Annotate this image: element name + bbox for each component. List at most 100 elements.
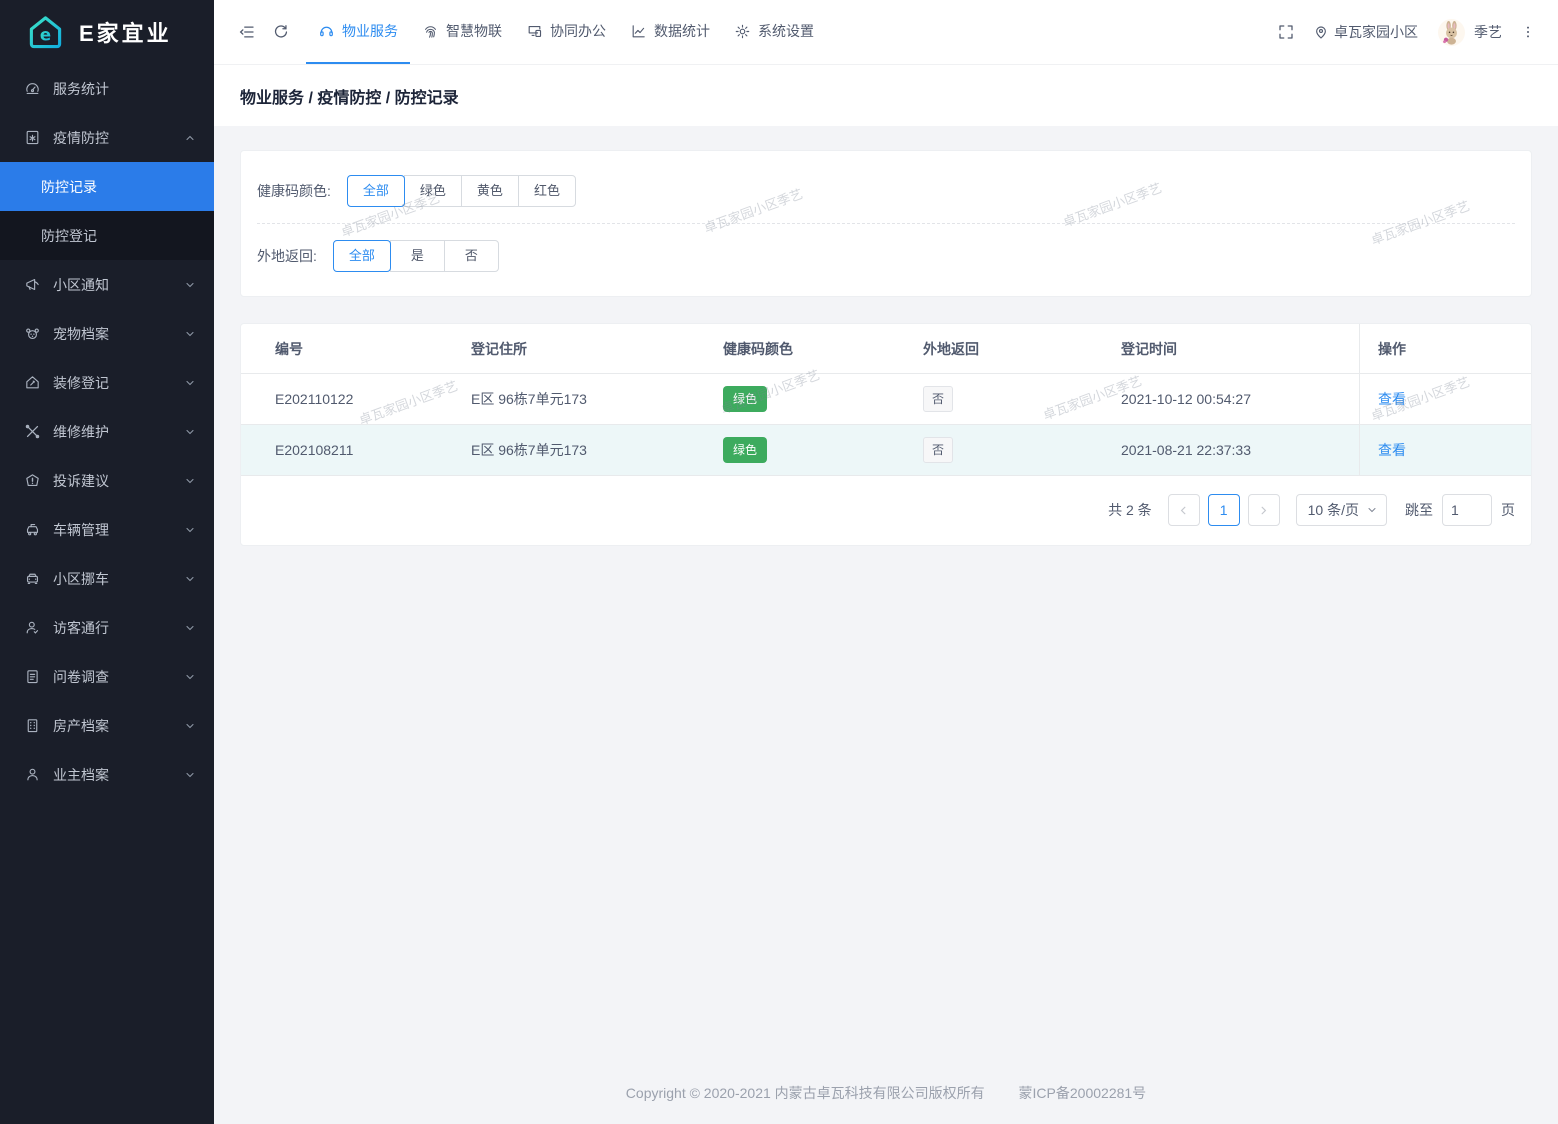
col-header-health: 健康码颜色 [723,340,793,357]
top-tabs: 物业服务 智慧物联 协同办公 数据统计 系统设置 [306,0,826,64]
chevron-down-icon [184,426,196,438]
complaint-icon [24,472,41,489]
sidebar-item-move-car[interactable]: 小区挪车 [0,554,214,603]
pagination: 共 2 条 1 10 条/页 跳至 1 页 [241,476,1531,545]
repair-icon [24,423,41,440]
sidebar-item-visitor-access[interactable]: 访客通行 [0,603,214,652]
outside-return-badge: 否 [923,386,954,412]
menu-fold-icon[interactable] [230,0,264,64]
tab-property-service[interactable]: 物业服务 [306,0,410,64]
chart-icon [630,23,647,40]
main-area: 物业服务 智慧物联 协同办公 数据统计 系统设置 卓瓦家园小区 季艺 物业服务 … [214,0,1558,1124]
page-footer: Copyright © 2020-2021 内蒙古卓瓦科技有限公司版权所有 蒙I… [240,1067,1532,1124]
tab-collab-office[interactable]: 协同办公 [514,0,618,64]
fullscreen-icon[interactable] [1269,23,1303,41]
sidebar-item-vehicle-mgmt[interactable]: 车辆管理 [0,505,214,554]
sidebar-item-community-notice[interactable]: 小区通知 [0,260,214,309]
survey-icon [24,668,41,685]
view-link[interactable]: 查看 [1378,440,1406,460]
chevron-down-icon [184,328,196,340]
virus-doc-icon [24,129,41,146]
table-row: E202110122 E区 96栋7单元173 绿色 否 2021-10-12 … [241,374,1531,425]
sidebar-item-label: 小区挪车 [53,570,109,587]
sidebar-item-survey[interactable]: 问卷调查 [0,652,214,701]
sidebar-item-label: 房产档案 [53,717,109,734]
tab-label: 物业服务 [342,23,398,39]
sidebar-item-maintenance[interactable]: 维修维护 [0,407,214,456]
sidebar-item-epidemic[interactable]: 疫情防控 [0,113,214,162]
sidebar-item-label: 维修维护 [53,423,109,440]
record-address: E区 96栋7单元173 [471,391,587,407]
chevron-down-icon [1366,504,1378,516]
chevron-down-icon [184,475,196,487]
filter-health-all-button[interactable]: 全部 [346,175,405,207]
sidebar-item-label: 宠物档案 [53,325,109,342]
view-link[interactable]: 查看 [1378,389,1406,409]
user-menu[interactable]: 季艺 [1428,18,1512,46]
health-code-badge: 绿色 [723,386,768,412]
tab-label: 数据统计 [654,23,710,39]
filter-health-green-button[interactable]: 绿色 [403,175,462,207]
health-code-filter-group: 全部 绿色 黄色 红色 [346,175,576,207]
community-selector[interactable]: 卓瓦家园小区 [1303,22,1428,42]
sidebar-item-renovation[interactable]: 装修登记 [0,358,214,407]
tab-data-stats[interactable]: 数据统计 [618,0,722,64]
filter-health-red-button[interactable]: 红色 [517,175,576,207]
page-number-button[interactable]: 1 [1207,494,1240,526]
sidebar-item-complaints[interactable]: 投诉建议 [0,456,214,505]
sidebar-item-property-archive[interactable]: 房产档案 [0,701,214,750]
records-table-card: 编号 登记住所 健康码颜色 外地返回 登记时间 操作 E202110122 E区… [240,323,1532,546]
icp-number: 蒙ICP备20002281号 [1018,1085,1147,1101]
refresh-icon[interactable] [264,0,298,64]
topbar-right: 卓瓦家园小区 季艺 [1269,0,1544,64]
tab-smart-iot[interactable]: 智慧物联 [410,0,514,64]
dashboard-icon [24,80,41,97]
record-address: E区 96栋7单元173 [471,442,587,458]
record-time: 2021-10-12 00:54:27 [1121,391,1251,407]
filter-label: 外地返回: [257,248,317,264]
filter-row-health-code: 健康码颜色: 全部 绿色 黄色 红色 [257,175,1515,207]
app-logo[interactable]: e E家宜业 [0,0,214,64]
content-area: 健康码颜色: 全部 绿色 黄色 红色 外地返回: 全部 是 否 编号 登记住所 … [214,126,1558,1124]
sidebar: e E家宜业 服务统计 疫情防控 防控记录 防控登记 小区通知 宠物档案 装修登… [0,0,214,1124]
sidebar-item-prevention-records[interactable]: 防控记录 [0,162,214,211]
col-header-id: 编号 [275,340,303,357]
col-header-outside: 外地返回 [923,340,979,357]
breadcrumb-bar: 物业服务 / 疫情防控 / 防控记录 [214,65,1558,126]
filter-outside-no-button[interactable]: 否 [443,240,499,272]
sidebar-submenu-epidemic: 防控记录 防控登记 [0,162,214,260]
tab-label: 智慧物联 [446,23,502,39]
sidebar-item-owner-archive[interactable]: 业主档案 [0,750,214,799]
topbar: 物业服务 智慧物联 协同办公 数据统计 系统设置 卓瓦家园小区 季艺 [214,0,1558,65]
megaphone-icon [24,276,41,293]
prev-page-button[interactable] [1167,494,1200,526]
col-header-address: 登记住所 [471,340,527,357]
chevron-down-icon [184,622,196,634]
property-icon [24,717,41,734]
page-size-select[interactable]: 10 条/页 [1295,494,1387,526]
jump-label: 跳至 [1405,502,1433,518]
chevron-down-icon [184,573,196,585]
filters-card: 健康码颜色: 全部 绿色 黄色 红色 外地返回: 全部 是 否 [240,150,1532,297]
chevron-down-icon [184,377,196,389]
col-header-time: 登记时间 [1121,340,1177,357]
gear-icon [734,23,751,40]
page-jump: 跳至 页 [1405,494,1515,526]
more-menu-icon[interactable] [1512,24,1544,40]
health-code-badge: 绿色 [723,437,768,463]
sidebar-item-service-stats[interactable]: 服务统计 [0,64,214,113]
submenu-item-label: 防控记录 [41,178,97,195]
logo-text: E家宜业 [79,21,172,46]
filter-health-yellow-button[interactable]: 黄色 [460,175,519,207]
filter-outside-all-button[interactable]: 全部 [332,240,391,272]
filter-outside-yes-button[interactable]: 是 [389,240,445,272]
next-page-button[interactable] [1247,494,1280,526]
jump-page-input[interactable] [1442,494,1492,526]
record-id: E202110122 [275,391,354,407]
owner-icon [24,766,41,783]
renovation-icon [24,374,41,391]
tab-system-settings[interactable]: 系统设置 [722,0,826,64]
sidebar-item-pet-archive[interactable]: 宠物档案 [0,309,214,358]
sidebar-item-prevention-register[interactable]: 防控登记 [0,211,214,260]
sidebar-item-label: 投诉建议 [53,472,109,489]
